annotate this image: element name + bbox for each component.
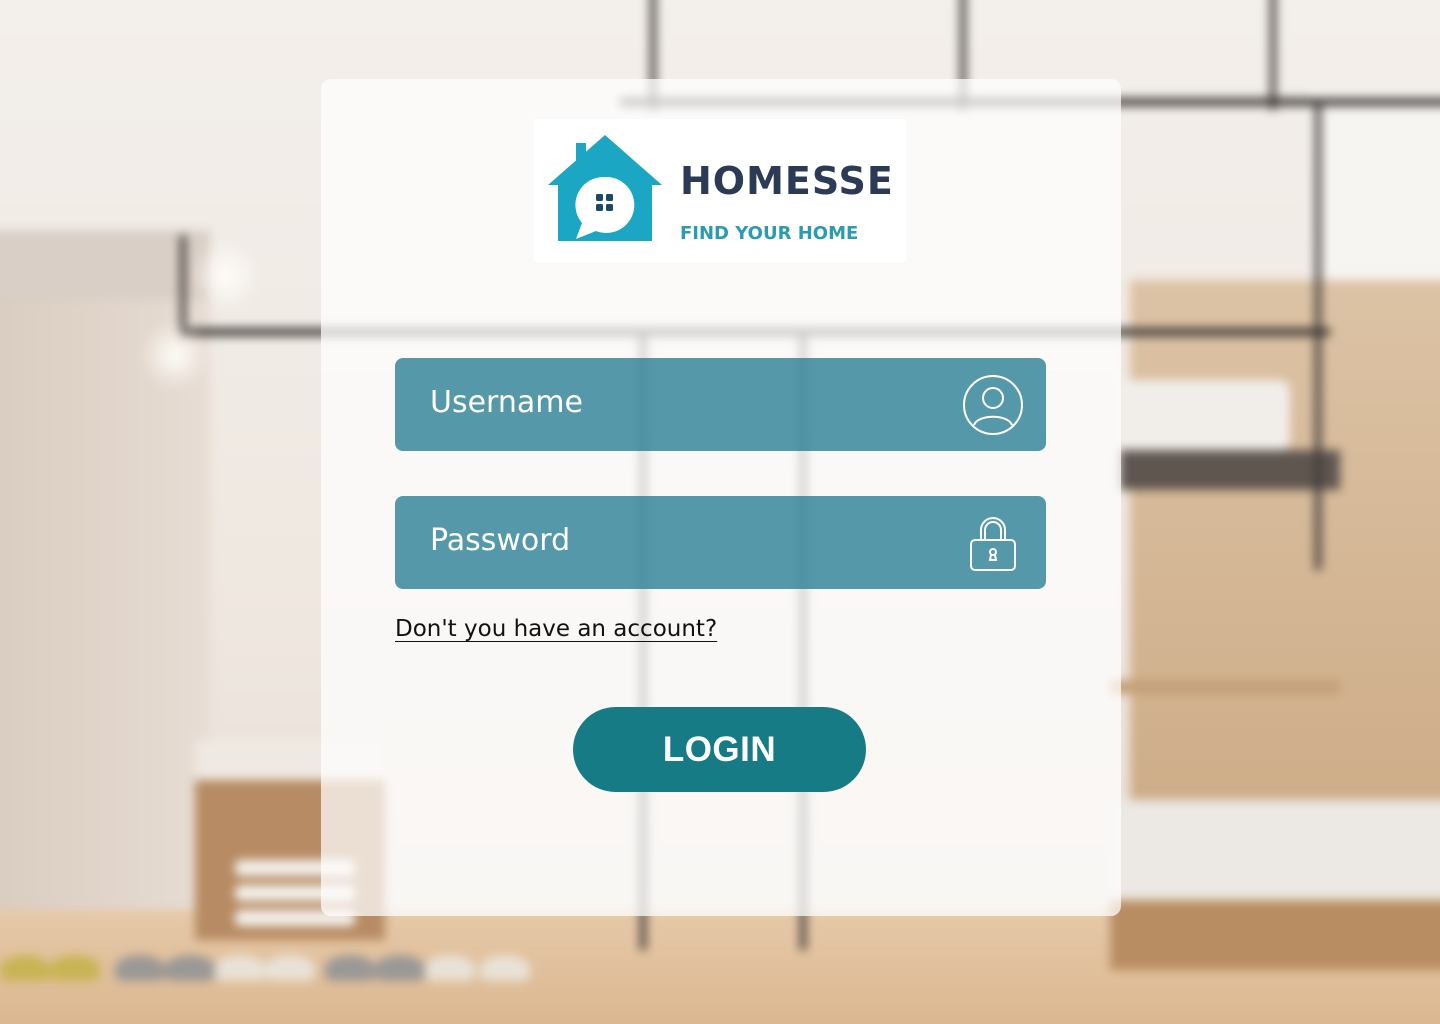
username-placeholder: Username — [430, 385, 583, 420]
lock-icon — [970, 517, 1016, 571]
user-icon — [963, 375, 1023, 435]
password-placeholder: Password — [430, 523, 571, 558]
username-field[interactable]: Username — [395, 358, 1046, 451]
signup-link[interactable]: Don't you have an account? — [395, 616, 717, 642]
password-field[interactable]: Password — [395, 496, 1046, 589]
login-card: HOMESSE FIND YOUR HOME Username Password… — [321, 79, 1121, 916]
brand-name: HOMESSE — [680, 159, 894, 203]
brand-logo: HOMESSE FIND YOUR HOME — [534, 119, 906, 262]
login-button[interactable]: LOGIN — [573, 707, 866, 792]
brand-tagline: FIND YOUR HOME — [680, 223, 859, 244]
house-chat-icon — [548, 135, 662, 241]
